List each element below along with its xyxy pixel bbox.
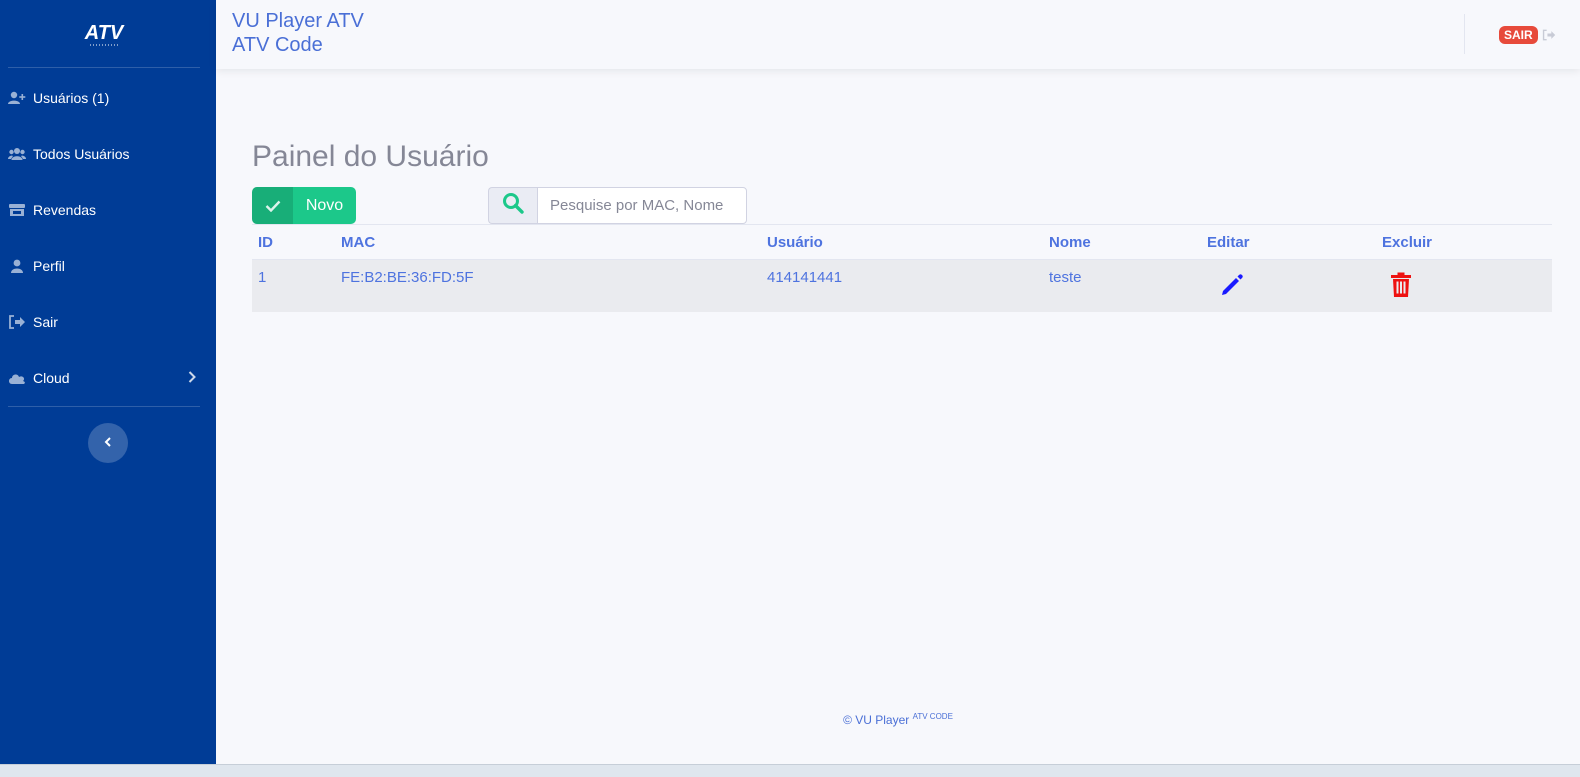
footer-sup: ATV CODE [912,712,953,721]
cell-excluir [1376,259,1552,312]
sidebar-item-sair[interactable]: Sair [0,294,216,350]
chevron-left-icon [104,434,112,452]
col-header-usuario[interactable]: Usuário [761,224,1043,260]
search-button[interactable] [488,187,537,224]
col-header-mac[interactable]: MAC [335,224,761,260]
logout-badge[interactable]: SAIR [1499,26,1538,44]
sign-out-icon[interactable] [1542,28,1556,46]
sidebar-divider [8,406,200,407]
col-header-editar: Editar [1201,224,1376,260]
col-header-nome[interactable]: Nome [1043,224,1201,260]
user-plus-icon [8,91,26,105]
sidebar-item-perfil[interactable]: Perfil [0,238,216,294]
footer: © VU Player ATV CODE [216,712,1580,727]
cloud-icon [8,371,26,385]
search-icon [502,192,524,219]
users-icon [8,147,26,161]
topbar-divider [1464,14,1465,54]
sidebar-item-todos-usuarios[interactable]: Todos Usuários [0,126,216,182]
sidebar-item-cloud[interactable]: Cloud [0,350,216,406]
cell-id: 1 [252,259,335,312]
check-icon [252,187,293,224]
chevron-right-icon [188,370,196,386]
cell-nome: teste [1043,259,1201,312]
new-user-button[interactable]: Novo [252,187,356,224]
sidebar: ATV Usuários (1) Todos Usuários Revendas [0,0,216,764]
search-group [488,187,747,224]
users-table: ID MAC Usuário Nome Editar Excluir 1 FE:… [252,224,1552,312]
sidebar-nav: Usuários (1) Todos Usuários Revendas Per… [0,70,216,406]
os-taskbar [0,764,1580,777]
atv-logo-icon: ATV [84,22,125,45]
sign-out-icon [8,315,26,329]
topbar: VU Player ATV ATV Code SAIR [216,0,1580,69]
brand-logo[interactable]: ATV [8,0,200,68]
sidebar-item-usuarios[interactable]: Usuários (1) [0,70,216,126]
sidebar-toggle-button[interactable] [88,423,128,463]
footer-text: © VU Player [843,713,910,727]
sidebar-item-label: Revendas [33,202,97,218]
sidebar-item-label: Sair [33,314,58,330]
table-row: 1 FE:B2:BE:36:FD:5F 414141441 teste [252,259,1552,312]
table-header-row: ID MAC Usuário Nome Editar Excluir [252,224,1552,260]
edit-pencil-icon[interactable] [1219,272,1245,302]
col-header-excluir: Excluir [1376,224,1552,260]
new-button-label: Novo [305,196,344,214]
sidebar-item-label: Usuários (1) [33,90,110,106]
sidebar-item-label: Cloud [33,370,70,386]
cell-editar [1201,259,1376,312]
app-subtitle: ATV Code [232,34,323,56]
search-input[interactable] [537,187,747,224]
trash-icon[interactable] [1390,272,1412,302]
sidebar-item-label: Perfil [33,258,65,274]
col-header-id[interactable]: ID [252,224,335,260]
sidebar-item-label: Todos Usuários [33,146,130,162]
cell-usuario: 414141441 [761,259,1043,312]
app-title: VU Player ATV [232,10,364,32]
cell-mac: FE:B2:BE:36:FD:5F [335,259,761,312]
user-icon [8,259,26,273]
sidebar-item-revendas[interactable]: Revendas [0,182,216,238]
store-icon [8,203,26,217]
svg-text:ATV: ATV [84,22,125,44]
page-title: Painel do Usuário [252,140,489,173]
main-content: Painel do Usuário Novo ID MAC Usuário No… [216,69,1580,764]
